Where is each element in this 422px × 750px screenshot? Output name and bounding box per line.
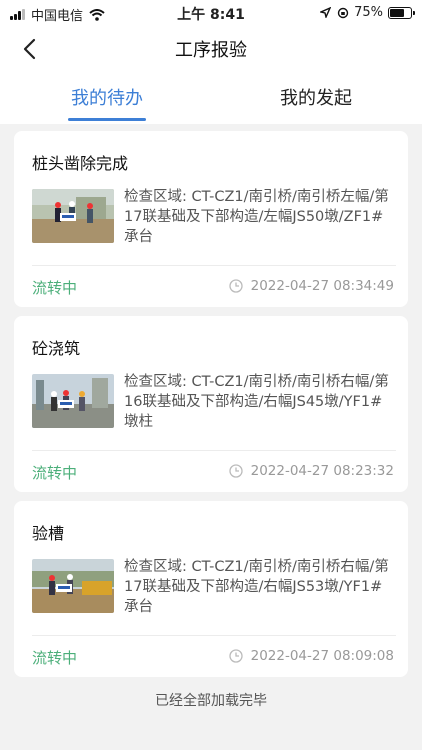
tab-my-initiated[interactable]: 我的发起 (246, 84, 386, 110)
clock-icon (228, 464, 243, 478)
timestamp-text: 2022-04-27 08:09:08 (250, 648, 394, 664)
clock-icon (228, 649, 243, 663)
status-right: 75% (320, 5, 415, 20)
item-description: 检查区域: CT-CZ1/南引桥/南引桥左幅/第17联基础及下部构造/左幅JS5… (124, 189, 389, 245)
item-title: 砼浇筑 (32, 339, 81, 358)
tab-my-todo[interactable]: 我的待办 (37, 84, 177, 110)
list-item[interactable]: 桩头凿除完成 检查区域: CT-CZ1/南引桥/南引桥左幅/第17联基础及下部构… (14, 131, 408, 307)
nav-bar: 工序报验 (0, 26, 422, 72)
battery-fill (390, 8, 404, 17)
timestamp: 2022-04-27 08:09:08 (228, 648, 394, 664)
status-badge: 流转中 (32, 279, 78, 297)
tab-bar: 我的待办 我的发起 (0, 72, 422, 124)
end-of-list-note: 已经全部加载完毕 (155, 693, 267, 709)
page-title: 工序报验 (175, 40, 247, 61)
timestamp-text: 2022-04-27 08:23:32 (250, 463, 394, 479)
clock-icon (228, 279, 243, 293)
divider (32, 265, 396, 266)
item-description: 检查区域: CT-CZ1/南引桥/南引桥右幅/第17联基础及下部构造/右幅JS5… (124, 559, 389, 615)
site-photo-thumbnail[interactable] (32, 559, 114, 613)
divider (32, 635, 396, 636)
item-title: 验槽 (32, 524, 65, 543)
battery-icon (388, 6, 415, 19)
battery-percent: 75% (354, 5, 383, 20)
item-description: 检查区域: CT-CZ1/南引桥/南引桥右幅/第16联基础及下部构造/右幅JS4… (124, 374, 389, 430)
site-photo-thumbnail[interactable] (32, 189, 114, 243)
active-tab-indicator (68, 118, 146, 121)
site-photo-thumbnail[interactable] (32, 374, 114, 428)
item-title: 桩头凿除完成 (32, 154, 129, 173)
list-item[interactable]: 砼浇筑 检查区域: CT-CZ1/南引桥/南引桥右幅/第16联基础及下部构造/右… (14, 316, 408, 492)
divider (32, 450, 396, 451)
inspection-list: 桩头凿除完成 检查区域: CT-CZ1/南引桥/南引桥左幅/第17联基础及下部构… (14, 131, 408, 686)
list-item[interactable]: 验槽 检查区域: CT-CZ1/南引桥/南引桥右幅/第17联基础及下部构造/右幅… (14, 501, 408, 677)
timestamp: 2022-04-27 08:23:32 (228, 463, 394, 479)
location-icon (320, 7, 332, 18)
timestamp: 2022-04-27 08:34:49 (228, 278, 394, 294)
status-badge: 流转中 (32, 464, 78, 482)
status-badge: 流转中 (32, 649, 78, 667)
timestamp-text: 2022-04-27 08:34:49 (250, 278, 394, 294)
rotation-lock-icon (337, 7, 349, 19)
status-bar: 中国电信 上午 8:41 75% (0, 0, 422, 26)
